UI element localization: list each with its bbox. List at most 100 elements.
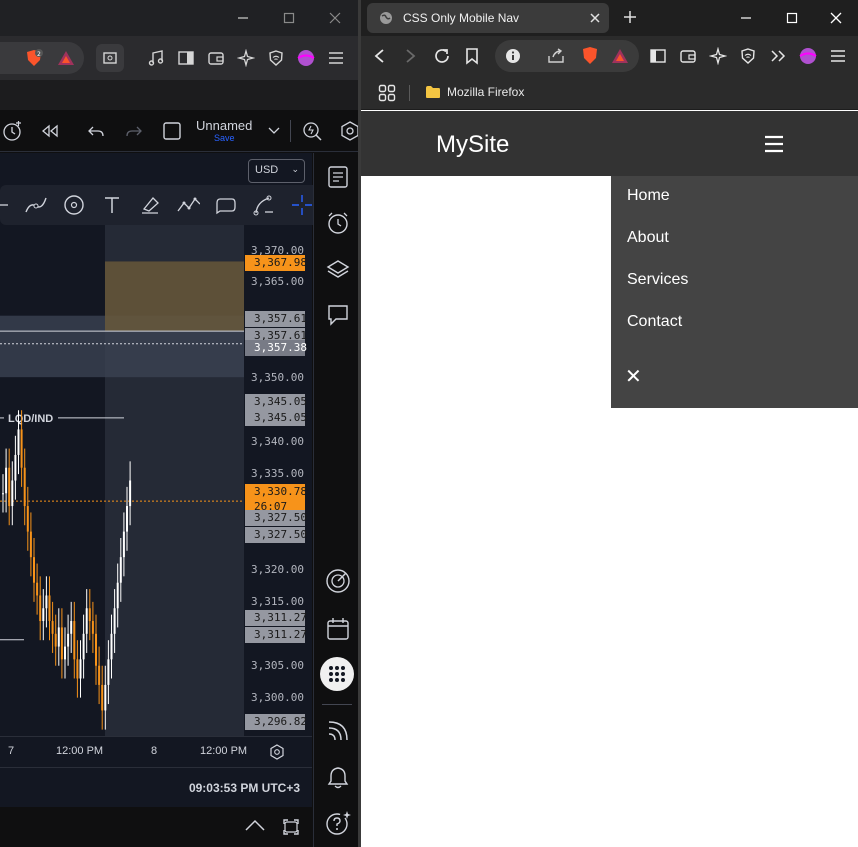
chevron-up-icon[interactable] [244,818,266,832]
toolbar-separator [290,120,291,142]
measure-tool-icon[interactable] [252,193,276,217]
close-window-button[interactable] [312,0,358,36]
currency-value: USD [255,164,279,176]
watchlist-icon[interactable] [324,163,352,191]
bookmark-folder-mozilla-firefox[interactable]: Mozilla Firefox [447,85,524,99]
reload-icon[interactable] [433,47,451,65]
vpn-icon[interactable] [739,47,757,65]
apps-grid-icon[interactable] [378,84,396,102]
leo-ai-icon[interactable] [709,47,727,65]
tab-close-icon[interactable] [589,12,601,24]
line-tool-icon[interactable] [0,193,16,217]
fullscreen-icon[interactable] [282,818,300,836]
vpn-icon[interactable] [262,44,290,72]
close-window-button[interactable] [813,0,858,36]
nav-link-home[interactable]: Home [627,187,670,205]
pattern-tool-icon[interactable] [176,193,200,217]
candle [82,633,85,660]
brush-tool-icon[interactable] [24,193,48,217]
maximize-button[interactable] [266,0,312,36]
calendar-icon[interactable] [324,615,352,643]
target-box [105,261,244,332]
bookmarks-bar: Mozilla Firefox [361,76,858,110]
price-chart[interactable]: LQD/IND USD ⌄ 3,370.00 3,365.00 3,350.00… [0,153,321,767]
maximize-button[interactable] [769,0,815,36]
wallet-icon[interactable] [679,47,697,65]
quick-search-icon[interactable] [300,119,324,143]
sidebar-icon[interactable] [649,47,667,65]
sidebar-icon[interactable] [172,44,200,72]
highlighter-tool-icon[interactable] [138,193,162,217]
help-icon[interactable] [324,809,352,837]
close-icon [329,12,341,24]
brave-rewards-icon[interactable] [52,44,80,72]
brave-rewards-icon[interactable] [611,47,629,65]
candle [5,467,8,494]
price-axis[interactable]: 3,370.003,365.003,355.003,350.003,340.00… [244,225,312,736]
candle [39,595,42,622]
chart-plot[interactable]: LQD/IND [0,153,244,736]
menu-icon[interactable] [829,47,847,65]
candle [60,627,63,660]
back-icon[interactable] [373,48,385,64]
circle-tool-icon[interactable] [62,193,86,217]
candle [119,557,122,583]
time-tick: 7 [8,745,15,757]
nav-link-contact[interactable]: Contact [627,313,682,331]
alert-clock-icon[interactable] [0,119,24,143]
wallet-icon[interactable] [202,44,230,72]
profile-avatar-icon[interactable] [292,44,320,72]
radar-icon[interactable] [324,567,352,595]
site-logo[interactable]: MySite [436,131,509,159]
menu-icon[interactable] [322,44,350,72]
minimize-button[interactable] [723,0,769,36]
bookmarks-separator [409,85,410,101]
price-tick: 3,365.00 [251,275,304,289]
candle [101,684,104,711]
price-tick: 3,320.00 [251,562,304,576]
candle [110,633,113,660]
rewind-icon[interactable] [38,119,62,143]
settings-icon[interactable] [338,119,360,143]
address-bar[interactable] [495,40,639,72]
reader-mode-icon[interactable] [96,44,124,72]
layout-name-menu[interactable]: Unnamed Save [196,118,266,143]
candle [85,608,88,634]
share-icon[interactable] [547,48,565,64]
text-tool-icon[interactable] [100,193,124,217]
chat-icon[interactable] [324,301,352,329]
apps-grid-icon[interactable] [320,657,354,691]
time-axis[interactable]: 7 12:00 PM 8 12:00 PM [0,736,312,766]
nav-link-services[interactable]: Services [627,271,688,289]
alerts-clock-icon[interactable] [324,209,352,237]
site-info-icon[interactable] [505,48,521,64]
minimize-button[interactable] [220,0,266,36]
nav-link-about[interactable]: About [627,229,669,247]
overflow-chevron-icon[interactable] [769,47,787,65]
currency-select[interactable]: USD ⌄ [248,159,305,183]
undo-icon[interactable] [84,119,108,143]
mobile-nav-menu: Home About Services Contact ✕ [611,176,858,408]
menu-close-icon[interactable]: ✕ [625,364,642,389]
axis-settings-icon[interactable] [268,743,286,761]
timezone-clock[interactable]: 09:03:53 PM UTC+3 [189,781,300,795]
broadcast-icon[interactable] [324,717,352,745]
leo-ai-icon[interactable] [232,44,260,72]
callout-tool-icon[interactable] [214,193,238,217]
hamburger-icon[interactable] [763,133,785,155]
media-icon[interactable] [142,44,170,72]
brave-shields-icon[interactable]: 2 [20,44,48,72]
chevron-down-icon: ⌄ [291,164,299,174]
notifications-bell-icon[interactable] [324,763,352,791]
brave-shields-icon[interactable] [581,46,599,66]
browser-tab[interactable]: CSS Only Mobile Nav [367,3,609,33]
candle [88,608,91,622]
layout-square-icon[interactable] [160,119,184,143]
new-tab-button[interactable] [623,10,637,24]
chevron-down-icon[interactable] [262,119,286,143]
crosshair-icon[interactable] [290,193,314,217]
profile-avatar-icon[interactable] [799,47,817,65]
bookmark-icon[interactable] [465,47,479,65]
price-tick: 3,340.00 [251,435,304,449]
layers-icon[interactable] [324,255,352,283]
